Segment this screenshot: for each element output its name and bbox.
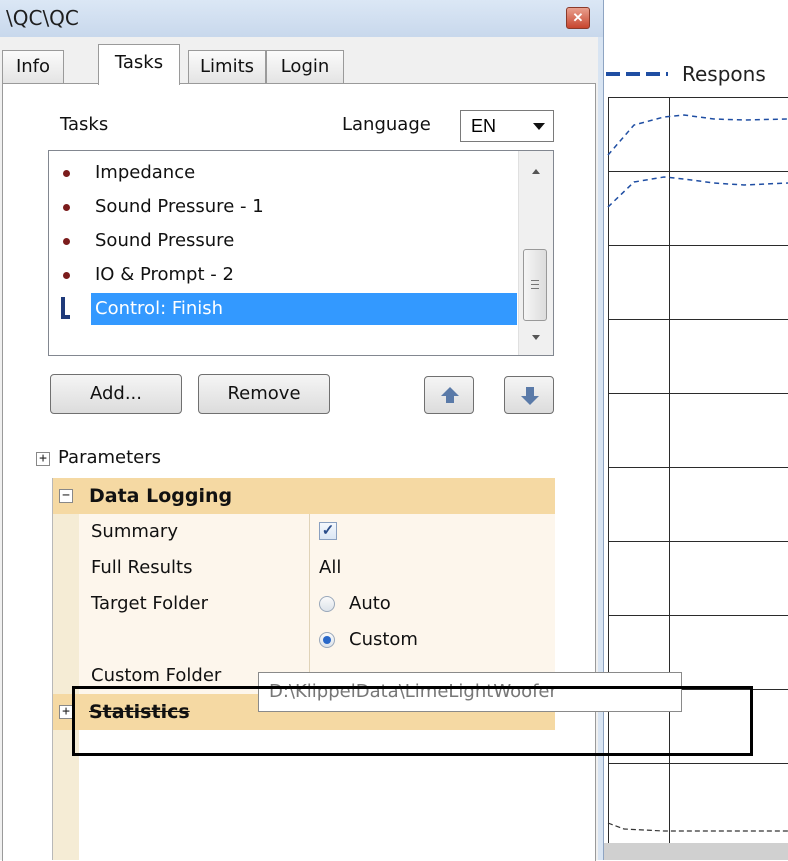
grid-gutter [53,478,79,860]
expand-plus-icon[interactable]: + [36,452,50,466]
prop-name: Summary [91,521,178,542]
legend-label: Respons [682,62,766,86]
prop-name: Full Results [91,557,193,578]
task-item-label: Sound Pressure - 1 [95,196,264,217]
window-title: \QC\QC [6,6,79,30]
bullet-icon [63,170,70,177]
move-down-button[interactable] [504,376,554,414]
column-divider [309,514,310,550]
move-up-button[interactable] [424,376,474,414]
grip-line [531,284,539,285]
property-grid: − Data Logging Summary ✓ Full Results Al… [52,478,555,860]
expand-plus-icon[interactable]: + [59,705,73,719]
radio-custom-label: Custom [349,629,418,650]
task-item[interactable]: Sound Pressure - 1 [49,191,519,225]
scroll-thumb[interactable] [523,249,547,321]
category-data-logging[interactable]: − Data Logging [53,478,555,514]
arrow-down-stem [526,387,534,396]
task-item-label: Control: Finish [95,298,224,319]
task-list-scrollbar[interactable] [518,151,553,355]
language-value: EN [471,116,497,136]
chevron-down-icon [533,123,545,130]
arrow-up-stem [446,396,454,403]
task-item[interactable]: IO & Prompt - 2 [49,259,519,293]
task-item-label: Sound Pressure [95,230,235,251]
tasks-heading: Tasks [60,114,109,135]
radio-custom[interactable] [319,632,335,648]
bullet-icon [63,272,70,279]
parameters-label: Parameters [58,447,162,468]
summary-checkbox[interactable]: ✓ [319,522,337,540]
prop-name: Target Folder [91,593,209,614]
bottom-curve [607,822,788,832]
annotation-highlight-box [72,686,753,756]
add-task-button[interactable]: Add... [50,374,182,414]
collapse-minus-icon[interactable]: − [59,489,73,503]
scroll-up-icon[interactable] [532,169,540,174]
tab-info[interactable]: Info [2,50,64,83]
task-item-label: IO & Prompt - 2 [95,264,234,285]
remove-task-button[interactable]: Remove [198,374,330,414]
category-label: Data Logging [89,485,233,507]
column-divider [309,550,310,586]
chart-scrollbar[interactable] [604,843,788,860]
add-task-label: Add... [89,383,142,404]
tab-tasks[interactable]: Tasks [98,44,180,85]
arrow-down-icon [521,396,539,405]
radio-auto-label: Auto [349,593,391,614]
scroll-down-icon[interactable] [532,335,540,340]
task-item[interactable]: Impedance [49,157,519,191]
radio-auto[interactable] [319,596,335,612]
tab-limits-label: Limits [200,56,254,77]
grip-line [531,288,539,289]
response-curve-lower [607,176,788,208]
prop-row-full-results[interactable]: Full Results All [79,550,555,587]
tab-limits[interactable]: Limits [188,50,266,83]
language-label: Language [342,114,431,135]
arrow-up-icon [441,387,459,396]
response-curve-upper [607,114,788,156]
close-icon: ✕ [572,10,584,25]
close-button[interactable]: ✕ [566,7,590,29]
task-list[interactable]: Impedance Sound Pressure - 1 Sound Press… [48,150,554,356]
tab-login-label: Login [280,56,330,77]
tab-login[interactable]: Login [266,50,344,83]
prop-name: Custom Folder [91,665,222,686]
task-item-label: Impedance [95,162,196,183]
remove-task-label: Remove [227,383,301,404]
language-select[interactable]: EN [460,110,554,142]
prop-row-target-folder[interactable]: Target Folder Auto Custom [79,586,555,659]
column-divider [309,586,310,658]
prop-row-summary[interactable]: Summary ✓ [79,514,555,551]
tab-info-label: Info [15,56,51,77]
grip-line [531,280,539,281]
prop-value[interactable]: All [319,557,341,578]
legend-dash-icon [606,72,668,76]
title-bar: \QC\QC ✕ [0,0,603,37]
bullet-icon [63,238,70,245]
task-item[interactable]: Sound Pressure [49,225,519,259]
tab-tasks-label: Tasks [114,52,164,73]
bullet-icon [63,204,70,211]
task-item-selected[interactable]: Control: Finish [49,293,519,327]
control-end-icon [61,297,70,319]
